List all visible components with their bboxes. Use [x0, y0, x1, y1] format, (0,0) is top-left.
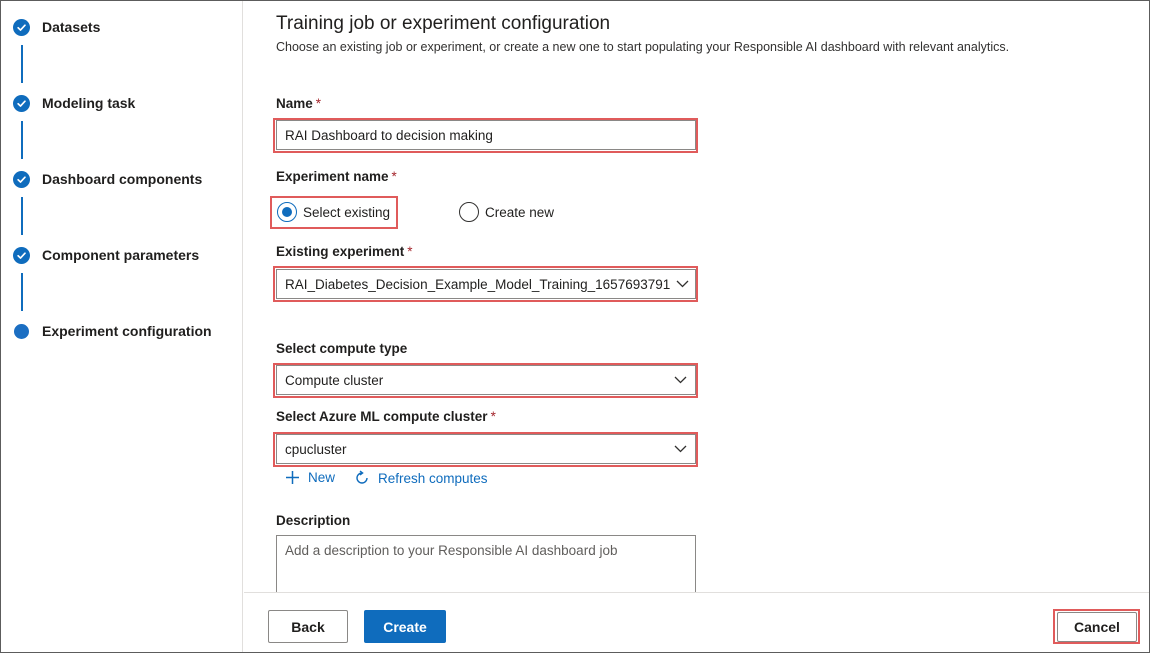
cancel-button[interactable]: Cancel [1057, 612, 1137, 642]
page-title: Training job or experiment configuration [276, 13, 611, 34]
step-dashboard-components[interactable]: Dashboard components [13, 168, 202, 190]
refresh-icon [356, 470, 368, 484]
existing-experiment-label-text: Existing experiment [276, 244, 405, 259]
radio-checked-icon [277, 202, 297, 222]
chevron-down-icon [670, 280, 695, 288]
description-placeholder: Add a description to your Responsible AI… [285, 543, 618, 558]
radio-label: Select existing [303, 204, 391, 220]
page-subtitle: Choose an existing job or experiment, or… [276, 40, 1010, 54]
new-compute-button[interactable]: New [285, 470, 335, 485]
name-input-value: RAI Dashboard to decision making [285, 127, 493, 143]
experiment-name-label-text: Experiment name [276, 169, 389, 184]
required-marker: * [407, 244, 413, 259]
wizard-stepper: Datasets Modeling task Dashboard compone… [1, 1, 243, 652]
footer-bar: Back Create Cancel [244, 592, 1149, 652]
required-marker: * [490, 409, 496, 424]
step-connector [21, 197, 23, 235]
checkmark-icon [13, 18, 30, 36]
radio-select-existing[interactable]: Select existing [277, 202, 390, 222]
create-button[interactable]: Create [364, 610, 446, 643]
step-connector [21, 45, 23, 83]
compute-type-dropdown[interactable]: Compute cluster [276, 365, 696, 395]
step-label: Dashboard components [42, 171, 203, 187]
compute-cluster-value: cpucluster [285, 441, 347, 457]
step-connector [21, 121, 23, 159]
required-marker: * [315, 96, 322, 111]
plus-icon [286, 471, 299, 484]
existing-experiment-dropdown[interactable]: RAI_Diabetes_Decision_Example_Model_Trai… [276, 269, 696, 299]
step-datasets[interactable]: Datasets [13, 16, 100, 38]
description-label-text: Description [276, 513, 351, 528]
step-modeling-task[interactable]: Modeling task [13, 92, 135, 114]
compute-type-value: Compute cluster [285, 372, 384, 388]
compute-cluster-label: Select Azure ML compute cluster * [276, 409, 496, 424]
description-label: Description [276, 513, 350, 528]
description-textarea[interactable]: Add a description to your Responsible AI… [276, 535, 696, 595]
chevron-down-icon [665, 445, 695, 453]
compute-cluster-dropdown[interactable]: cpucluster [276, 434, 696, 464]
required-marker: * [391, 169, 397, 184]
new-compute-label: New [308, 470, 336, 485]
step-label: Component parameters [42, 247, 200, 263]
name-input[interactable]: RAI Dashboard to decision making [276, 120, 696, 150]
chevron-down-icon [665, 376, 695, 384]
radio-unchecked-icon [459, 202, 479, 222]
step-experiment-configuration[interactable]: Experiment configuration [13, 320, 212, 342]
radio-create-new[interactable]: Create new [459, 202, 554, 222]
step-connector [21, 273, 23, 311]
existing-experiment-label: Existing experiment * [276, 244, 413, 259]
main-panel: Training job or experiment configuration… [244, 1, 1149, 595]
refresh-computes-button[interactable]: Refresh computes [354, 470, 488, 486]
compute-type-label: Select compute type [276, 341, 407, 356]
name-label: Name * [276, 96, 321, 111]
refresh-computes-label: Refresh computes [378, 470, 488, 486]
step-label: Datasets [42, 19, 101, 35]
experiment-name-label: Experiment name * [276, 169, 397, 184]
checkmark-icon [13, 94, 30, 112]
compute-type-label-text: Select compute type [276, 341, 408, 356]
checkmark-icon [13, 246, 30, 264]
step-component-parameters[interactable]: Component parameters [13, 244, 199, 266]
back-button[interactable]: Back [268, 610, 348, 643]
name-label-text: Name [276, 96, 313, 111]
current-step-dot-icon [14, 323, 29, 339]
existing-experiment-value: RAI_Diabetes_Decision_Example_Model_Trai… [285, 276, 671, 292]
step-label: Modeling task [42, 95, 136, 111]
checkmark-icon [13, 170, 30, 188]
radio-label: Create new [485, 204, 555, 220]
step-label: Experiment configuration [42, 323, 212, 339]
compute-cluster-label-text: Select Azure ML compute cluster [276, 409, 488, 424]
